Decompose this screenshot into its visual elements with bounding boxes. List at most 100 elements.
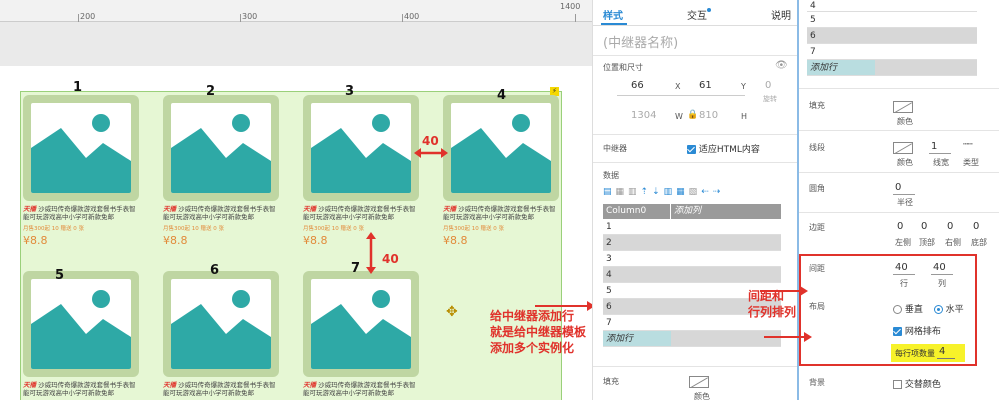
y-field[interactable]: 61 xyxy=(699,80,712,91)
fill-swatch[interactable] xyxy=(893,101,913,113)
product-desc: 沙威玛传奇爆款游戏套餐书手表智 xyxy=(178,205,276,213)
repeater-item[interactable]: 天播 沙威玛传奇爆款游戏套餐书手表智 能可玩游戏高中小学可新款免邮 月售300起 … xyxy=(163,95,281,247)
column-header[interactable]: Column0 xyxy=(603,204,671,219)
ruler-mark: 300 xyxy=(242,12,258,21)
image-placeholder xyxy=(443,95,559,201)
table-row[interactable]: 6 xyxy=(807,28,977,44)
delete-column-icon: ▧ xyxy=(688,187,702,197)
ruler: 200 300 400 1400 xyxy=(0,0,592,22)
border-swatch[interactable] xyxy=(893,142,913,154)
data-table-continued[interactable]: 4 5 6 7 添加行 xyxy=(807,0,977,76)
repeater-section-label: 中继器 xyxy=(603,144,627,153)
data-toolbar[interactable]: ▤▦▥⇡⇣▥▦▧⇠⇢ xyxy=(603,187,724,197)
width-field[interactable]: 1304 xyxy=(631,110,656,121)
ruler-mark: 1400 xyxy=(560,2,581,11)
price: ¥8.8 xyxy=(303,234,328,247)
table-row[interactable]: 3 xyxy=(603,251,781,267)
fit-html-checkbox[interactable] xyxy=(687,145,696,154)
canvas-band xyxy=(0,22,592,66)
per-row-label: 每行项数量 xyxy=(895,349,935,358)
height-field[interactable]: 810 xyxy=(699,110,718,121)
product-desc: 沙威玛传奇爆款游戏套餐书手表智 xyxy=(318,205,416,213)
move-left-icon: ⇠ xyxy=(701,187,713,197)
padding-top-field[interactable]: 0 xyxy=(921,221,927,232)
annotation-line: 行列排列 xyxy=(748,305,797,319)
table-row[interactable]: 2 xyxy=(603,235,781,251)
move-cursor-icon: ✥ xyxy=(446,304,458,320)
product-desc: 沙威玛传奇爆款游戏套餐书手表智 xyxy=(458,205,556,213)
table-row[interactable]: 4 xyxy=(807,0,977,12)
lock-icon[interactable]: 🔒 xyxy=(687,110,698,120)
price: ¥8.8 xyxy=(163,234,188,247)
fill-label: 填充 xyxy=(603,377,619,386)
insert-row-icon: ▤ xyxy=(603,187,616,197)
border-width-field[interactable]: 1 xyxy=(931,141,937,152)
table-row[interactable]: 4 xyxy=(603,267,781,283)
repeater-item[interactable]: 天播 沙威玛传奇爆款游戏套餐书手表智 能可玩游戏高中小学可新款免邮 xyxy=(163,271,281,397)
product-desc: 能可玩游戏高中小学可新款免邮 xyxy=(23,213,114,221)
arrow-to-layout xyxy=(764,332,812,342)
grid-checkbox[interactable] xyxy=(893,327,902,336)
arrow-to-add-row xyxy=(535,301,592,311)
tab-interaction[interactable]: 交互 xyxy=(687,7,707,22)
image-placeholder xyxy=(163,95,279,201)
x-field[interactable]: 66 xyxy=(631,80,644,91)
padding-bottom-field[interactable]: 0 xyxy=(973,221,979,232)
product-desc: 沙威玛传奇爆款游戏套餐书手表智 xyxy=(178,381,276,389)
border-type-icon[interactable]: ┅┅ xyxy=(963,140,973,150)
add-row[interactable]: 添加行 xyxy=(603,331,781,347)
tab-notes[interactable]: 说明 xyxy=(771,7,791,22)
brand-badge: 天播 xyxy=(163,205,176,213)
table-header: Column0 添加列 xyxy=(603,204,781,219)
grid-icon: ▦ xyxy=(615,187,629,197)
tab-style[interactable]: 样式 xyxy=(603,7,623,22)
sales-info: 月售300起 10 赠送 0 张 xyxy=(443,226,504,232)
table-row[interactable]: 5 xyxy=(807,12,977,28)
product-desc: 能可玩游戏高中小学可新款免邮 xyxy=(163,213,254,221)
item-number: 4 xyxy=(497,88,507,103)
item-number: 2 xyxy=(206,84,216,99)
repeater-item[interactable]: 天播 沙威玛传奇爆款游戏套餐书手表智 能可玩游戏高中小学可新款免邮 月售300起 … xyxy=(443,95,561,247)
fill-swatch[interactable] xyxy=(689,376,709,388)
add-row[interactable]: 添加行 xyxy=(807,60,977,76)
repeater-item[interactable]: 天播 沙威玛传奇爆款游戏套餐书手表智 能可玩游戏高中小学可新款免邮 xyxy=(23,271,141,397)
product-desc: 沙威玛传奇爆款游戏套餐书手表智 xyxy=(38,381,136,389)
vertical-radio[interactable] xyxy=(893,305,902,314)
row-spacing-field[interactable]: 40 xyxy=(895,262,908,273)
padding-right-field[interactable]: 0 xyxy=(947,221,953,232)
eye-icon[interactable]: 👁 xyxy=(775,60,788,71)
fit-html-label: 适应HTML内容 xyxy=(698,145,760,155)
annotation-line: 就是给中继器模板 xyxy=(490,325,587,339)
col-spacing-field[interactable]: 40 xyxy=(933,262,946,273)
insert-column-icon: ▥ xyxy=(663,187,677,197)
data-table[interactable]: Column0 添加列 1 2 3 4 5 6 7 添加行 xyxy=(603,204,781,347)
image-placeholder xyxy=(163,271,279,377)
arrow-to-spacing xyxy=(760,286,808,296)
rotation-field[interactable]: 0 xyxy=(765,80,771,91)
design-canvas[interactable]: 200 300 400 1400 ⚡ 天播 沙威玛传奇爆款游戏套餐书手表智 能可玩… xyxy=(0,0,592,400)
repeater-item[interactable]: 天播 沙威玛传奇爆款游戏套餐书手表智 能可玩游戏高中小学可新款免邮 xyxy=(303,271,421,397)
price: ¥8.8 xyxy=(443,234,468,247)
repeater-item[interactable]: 天播 沙威玛传奇爆款游戏套餐书手表智 能可玩游戏高中小学可新款免邮 月售300起 … xyxy=(23,95,141,247)
alt-color-checkbox[interactable] xyxy=(893,380,902,389)
product-desc: 沙威玛传奇爆款游戏套餐书手表智 xyxy=(38,205,136,213)
item-number: 7 xyxy=(351,261,361,276)
repeater-item[interactable]: 天播 沙威玛传奇爆款游戏套餐书手表智 能可玩游戏高中小学可新款免邮 月售300起 … xyxy=(303,95,421,247)
item-number: 6 xyxy=(210,263,220,278)
delete-icon: ▥ xyxy=(628,187,641,197)
horizontal-radio[interactable] xyxy=(933,305,943,314)
table-row[interactable]: 7 xyxy=(807,44,977,60)
gap-label: 40 xyxy=(422,134,439,148)
add-column[interactable]: 添加列 xyxy=(671,204,701,219)
table-row[interactable]: 1 xyxy=(603,219,781,235)
padding-left-field[interactable]: 0 xyxy=(897,221,903,232)
column-icon: ▦ xyxy=(676,187,689,197)
image-placeholder xyxy=(23,95,139,201)
right-properties-panel: 4 5 6 7 添加行 填充 颜色 线段 颜色 1 线宽 ┅┅ 类型 圆角 0 … xyxy=(797,0,999,400)
product-desc: 沙威玛传奇爆款游戏套餐书手表智 xyxy=(318,381,416,389)
radius-field[interactable]: 0 xyxy=(895,182,901,193)
repeater-name-field[interactable]: (中继器名称) xyxy=(603,32,678,51)
per-row-field[interactable]: 4 xyxy=(939,346,945,357)
radius-label: 圆角 xyxy=(809,184,825,193)
brand-badge: 天播 xyxy=(23,381,36,389)
